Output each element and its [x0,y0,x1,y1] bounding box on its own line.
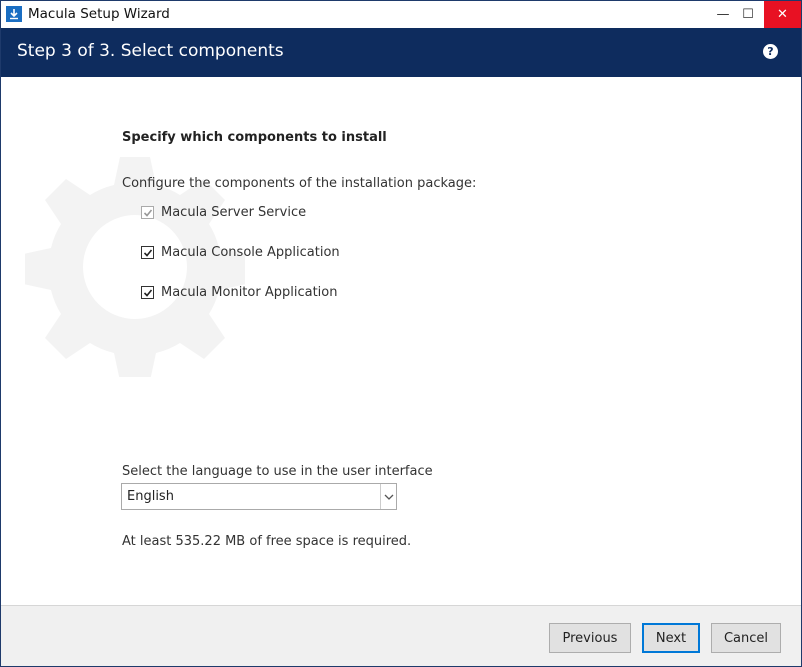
previous-button[interactable]: Previous [549,623,631,653]
component-label: Macula Console Application [161,245,340,260]
window-title: Macula Setup Wizard [28,6,170,22]
cancel-button[interactable]: Cancel [711,623,781,653]
language-label: Select the language to use in the user i… [122,464,433,479]
checkbox-console-application[interactable] [141,246,154,259]
language-select[interactable]: English [121,483,397,510]
component-label: Macula Monitor Application [161,285,338,300]
chevron-down-icon[interactable] [380,484,396,509]
language-value: English [127,489,174,504]
disk-space-text: At least 535.22 MB of free space is requ… [122,534,412,549]
help-icon[interactable]: ? [763,44,778,59]
section-heading: Specify which components to install [122,130,387,145]
checkbox-monitor-application[interactable] [141,286,154,299]
maximize-button[interactable]: ☐ [731,1,765,28]
component-monitor-application[interactable]: Macula Monitor Application [141,285,337,300]
checkbox-server-service[interactable] [141,206,154,219]
page-title: Step 3 of 3. Select components [17,41,284,61]
component-label: Macula Server Service [161,205,307,220]
component-console-application[interactable]: Macula Console Application [141,245,340,260]
component-server-service[interactable]: Macula Server Service [141,205,306,220]
close-button[interactable]: ✕ [764,1,801,28]
setup-wizard-window: Macula Setup Wizard — ☐ ✕ Step 3 of 3. S… [0,0,802,667]
wizard-footer: Previous Next Cancel [1,605,801,666]
title-bar: Macula Setup Wizard — ☐ ✕ [1,1,801,28]
download-icon [6,6,22,22]
components-description: Configure the components of the installa… [122,176,477,191]
wizard-header: Step 3 of 3. Select components ? [1,28,801,77]
next-button[interactable]: Next [642,623,700,653]
wizard-content: Specify which components to install Conf… [1,77,801,605]
